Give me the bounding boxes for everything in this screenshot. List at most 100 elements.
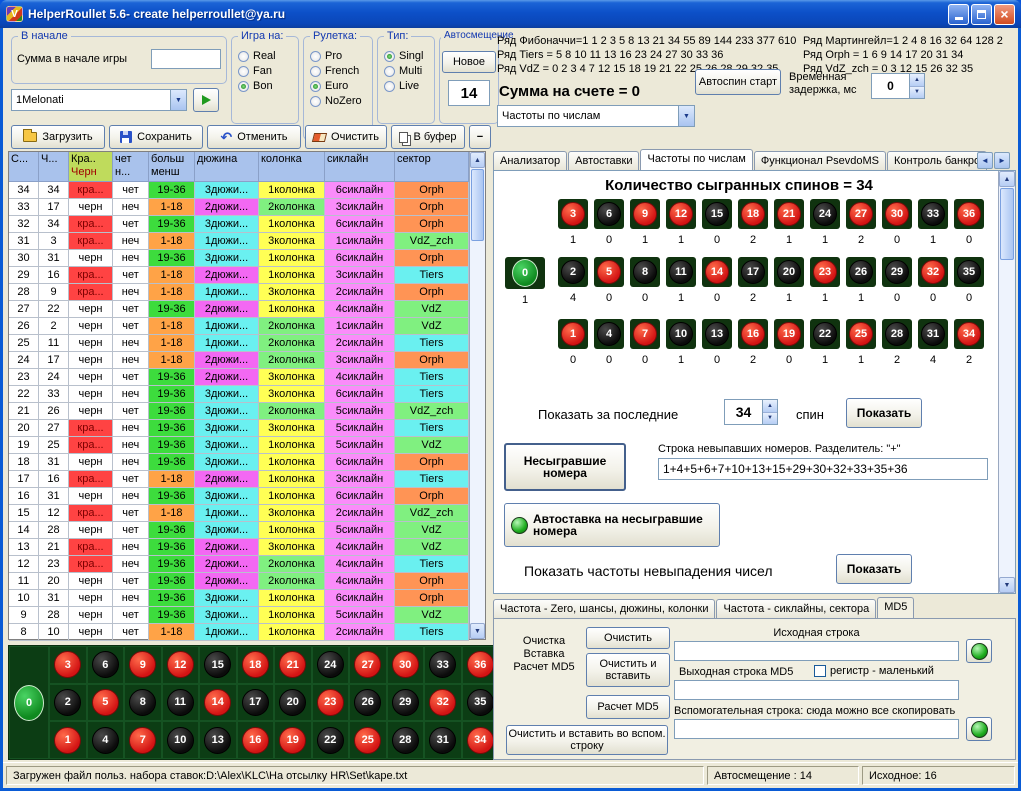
history-row[interactable]: 1031черннеч19-363дюжи...1колонка6сиклайн… [9,590,469,607]
checkbox-icon[interactable] [814,665,826,677]
board-cell-23[interactable]: 23 [312,684,350,722]
freq-number-cell-27[interactable]: 27 [846,199,876,229]
register-checkbox-row[interactable]: регистр - маленький [814,665,934,677]
board-cell-17[interactable]: 17 [237,684,275,722]
freq-number-cell-28[interactable]: 28 [882,319,912,349]
freq-number-cell-15[interactable]: 15 [702,199,732,229]
tabs-scroll-right-icon[interactable]: ► [994,152,1010,169]
board-cell-27[interactable]: 27 [349,646,387,684]
freq-number-cell-21[interactable]: 21 [774,199,804,229]
tabs-scroll-left-icon[interactable]: ◄ [977,152,993,169]
freq-number-cell-30[interactable]: 30 [882,199,912,229]
board-cell-15[interactable]: 15 [199,646,237,684]
board-cell-6[interactable]: 6 [87,646,125,684]
board-cell-3[interactable]: 3 [49,646,87,684]
freq-number-cell-14[interactable]: 14 [702,257,732,287]
freq-number-cell-2[interactable]: 2 [558,257,588,287]
board-cell-13[interactable]: 13 [199,721,237,759]
spin-up-icon[interactable]: ▲ [910,74,924,87]
board-cell-8[interactable]: 8 [124,684,162,722]
spin-down-icon[interactable]: ▼ [763,413,777,425]
md5-clear-paste-button[interactable]: Очистить и вставить [586,653,670,687]
history-row[interactable]: 2233черннеч19-363дюжи...3колонка6сиклайн… [9,386,469,403]
miss-freq-show-button[interactable]: Показать [836,554,912,584]
md5-clear-paste-aux-button[interactable]: Очистить и вставить во вспом. строку [506,725,668,755]
freq-number-cell-1[interactable]: 1 [558,319,588,349]
freq-number-cell-7[interactable]: 7 [630,319,660,349]
freq-number-cell-29[interactable]: 29 [882,257,912,287]
new-button[interactable]: Новое [442,51,496,73]
table-scrollbar[interactable]: ▲ ▼ [469,152,485,639]
unplayed-string-field[interactable] [658,458,988,480]
freq-number-cell-11[interactable]: 11 [666,257,696,287]
md5-aux-field[interactable] [674,719,959,739]
history-row[interactable]: 289кра...неч1-181дюжи...3колонка2сиклайн… [9,284,469,301]
history-row[interactable]: 1831черннеч19-363дюжи...1колонка6сиклайн… [9,454,469,471]
scrollbar-thumb[interactable] [1000,188,1014,260]
freq-number-cell-35[interactable]: 35 [954,257,984,287]
board-cell-5[interactable]: 5 [87,684,125,722]
history-row[interactable]: 3434кра...чет19-363дюжи...1колонка6сикла… [9,182,469,199]
radio-option-Singl[interactable]: Singl [384,50,430,62]
md5-clear-button[interactable]: Очистить [586,627,670,649]
collapse-button[interactable]: − [469,125,491,149]
freq-panel-scrollbar[interactable]: ▲ ▼ [998,171,1015,593]
freq-number-cell-19[interactable]: 19 [774,319,804,349]
board-cell-29[interactable]: 29 [387,684,425,722]
board-cell-25[interactable]: 25 [349,721,387,759]
board-cell-26[interactable]: 26 [349,684,387,722]
delay-spinner[interactable]: 0 ▲▼ [871,73,925,99]
begin-sum-input[interactable] [151,49,221,69]
tab-Контроль банкро[interactable]: Контроль банкро [887,151,987,170]
freq-number-cell-8[interactable]: 8 [630,257,660,287]
history-row[interactable]: 2511черннеч1-181дюжи...2колонка2сиклайнT… [9,335,469,352]
history-row[interactable]: 2417черннеч1-182дюжи...2колонка3сиклайнO… [9,352,469,369]
history-row[interactable]: 3317черннеч1-182дюжи...2колонка3сиклайнO… [9,199,469,216]
history-row[interactable]: 1120чернчет19-362дюжи...2колонка4сиклайн… [9,573,469,590]
tab-Автоставки[interactable]: Автоставки [568,151,639,170]
spin-up-icon[interactable]: ▲ [763,400,777,413]
md5-output-field[interactable] [674,680,959,700]
board-cell-4[interactable]: 4 [87,721,125,759]
tab-Функционал PsevdoMS[interactable]: Функционал PsevdoMS [754,151,886,170]
freq-number-cell-20[interactable]: 20 [774,257,804,287]
freq-number-cell-6[interactable]: 6 [594,199,624,229]
board-cell-28[interactable]: 28 [387,721,425,759]
freq-number-cell-0[interactable]: 0 [505,257,545,289]
close-button[interactable]: × [994,4,1015,25]
tab-Частота - Zero, шансы, дюжины, колонки[interactable]: Частота - Zero, шансы, дюжины, колонки [493,599,715,618]
radio-option-Pro[interactable]: Pro [310,50,368,62]
radio-option-Euro[interactable]: Euro [310,80,368,92]
save-button[interactable]: Сохранить [109,125,203,149]
radio-option-Bon[interactable]: Bon [238,80,294,92]
freq-number-cell-5[interactable]: 5 [594,257,624,287]
board-cell-0[interactable]: 0 [9,646,49,759]
board-cell-33[interactable]: 33 [424,646,462,684]
board-cell-21[interactable]: 21 [274,646,312,684]
show-last-button[interactable]: Показать [846,398,922,428]
history-row[interactable]: 2722чернчет19-362дюжи...1колонка4сиклайн… [9,301,469,318]
history-row[interactable]: 3234кра...чет19-363дюжи...1колонка6сикла… [9,216,469,233]
autospin-start-button[interactable]: Автоспин старт [695,69,781,95]
freq-number-cell-32[interactable]: 32 [918,257,948,287]
board-cell-22[interactable]: 22 [312,721,350,759]
freq-number-cell-34[interactable]: 34 [954,319,984,349]
history-row[interactable]: 2027кра...неч19-363дюжи...3колонка5сикла… [9,420,469,437]
freq-number-cell-16[interactable]: 16 [738,319,768,349]
radio-option-Multi[interactable]: Multi [384,65,430,77]
freq-number-cell-25[interactable]: 25 [846,319,876,349]
radio-option-Fan[interactable]: Fan [238,65,294,77]
mode-combo[interactable]: Частоты по числам ▼ [497,105,695,127]
history-row[interactable]: 810чернчет1-181дюжи...1колонка2сиклайнTi… [9,624,469,641]
board-cell-19[interactable]: 19 [274,721,312,759]
board-cell-2[interactable]: 2 [49,684,87,722]
unplayed-numbers-button[interactable]: Несыгравшие номера [504,443,626,491]
freq-number-cell-12[interactable]: 12 [666,199,696,229]
board-cell-1[interactable]: 1 [49,721,87,759]
freq-number-cell-26[interactable]: 26 [846,257,876,287]
freq-number-cell-36[interactable]: 36 [954,199,984,229]
tab-Анализатор[interactable]: Анализатор [493,151,567,170]
history-row[interactable]: 1925кра...неч19-363дюжи...1колонка5сикла… [9,437,469,454]
board-cell-14[interactable]: 14 [199,684,237,722]
freq-number-cell-31[interactable]: 31 [918,319,948,349]
